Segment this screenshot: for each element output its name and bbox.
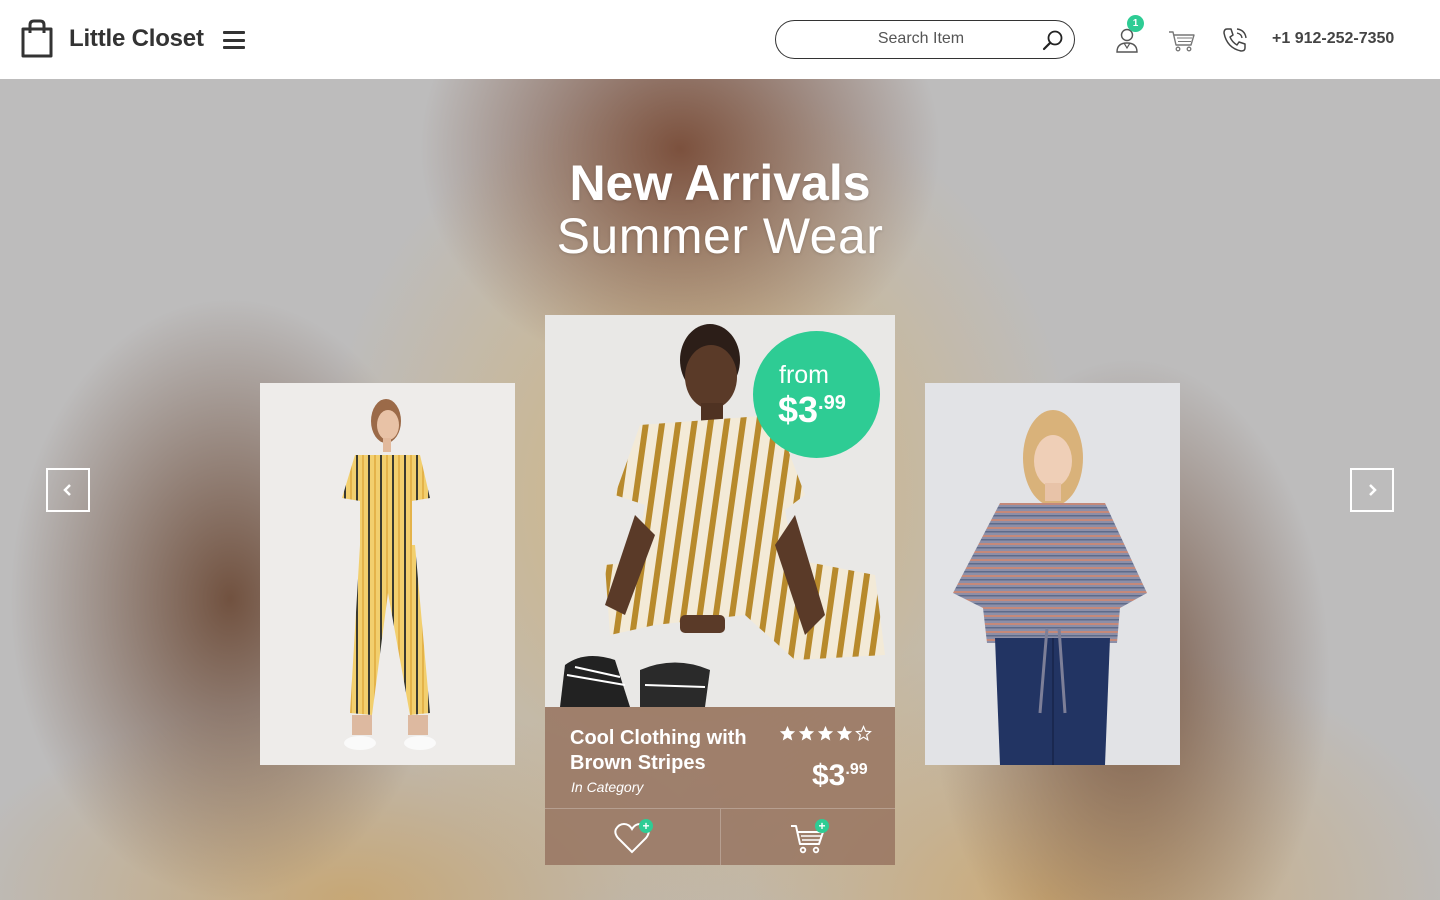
search-bar <box>775 20 1075 59</box>
shopping-bag-icon <box>21 19 53 58</box>
product-rating <box>779 725 872 742</box>
product-price: $3.99 <box>812 759 868 792</box>
badge-from-label: from <box>779 361 829 389</box>
star-filled-icon <box>798 725 815 741</box>
account-badge: 1 <box>1127 15 1144 32</box>
phone-number[interactable]: +1 912-252-7350 <box>1272 30 1394 48</box>
product-card-right[interactable] <box>925 383 1180 765</box>
plus-icon: + <box>815 819 829 833</box>
hamburger-menu-icon[interactable] <box>223 31 245 49</box>
chevron-right-icon <box>1369 484 1377 496</box>
product-card-left[interactable] <box>260 383 515 765</box>
product-actions: + + <box>545 808 895 865</box>
carousel-prev-button[interactable] <box>46 468 90 512</box>
star-filled-icon <box>836 725 853 741</box>
logo[interactable]: Little Closet <box>20 19 204 59</box>
phone-icon[interactable] <box>1219 24 1251 56</box>
top-header: Little Closet 1 +1 912-252-7350 <box>0 0 1440 79</box>
badge-price: $3.99 <box>778 389 846 430</box>
star-filled-icon <box>779 725 796 741</box>
hero-subtitle: Summer Wear <box>556 208 884 264</box>
plus-icon: + <box>639 819 653 833</box>
brand-name: Little Closet <box>69 25 204 52</box>
hero-title: New Arrivals <box>569 155 871 211</box>
featured-product-info: Cool Clothing with Brown Stripes In Cate… <box>545 707 895 865</box>
star-filled-icon <box>817 725 834 741</box>
carousel-next-button[interactable] <box>1350 468 1394 512</box>
hero-banner: New Arrivals Summer Wear Cool Clothing w… <box>0 79 1440 900</box>
add-to-cart-button[interactable]: + <box>720 809 895 865</box>
product-image-left <box>342 399 436 750</box>
chevron-left-icon <box>63 484 71 496</box>
product-image-right <box>953 410 1147 765</box>
add-to-wishlist-button[interactable]: + <box>545 809 720 865</box>
product-name[interactable]: Cool Clothing with Brown Stripes <box>570 726 770 776</box>
cart-icon[interactable] <box>1166 24 1198 56</box>
star-empty-icon <box>855 725 872 742</box>
product-category[interactable]: In Category <box>571 779 643 795</box>
search-input[interactable] <box>796 21 1046 57</box>
price-badge: from $3.99 <box>753 331 880 458</box>
search-icon[interactable] <box>1042 29 1064 51</box>
